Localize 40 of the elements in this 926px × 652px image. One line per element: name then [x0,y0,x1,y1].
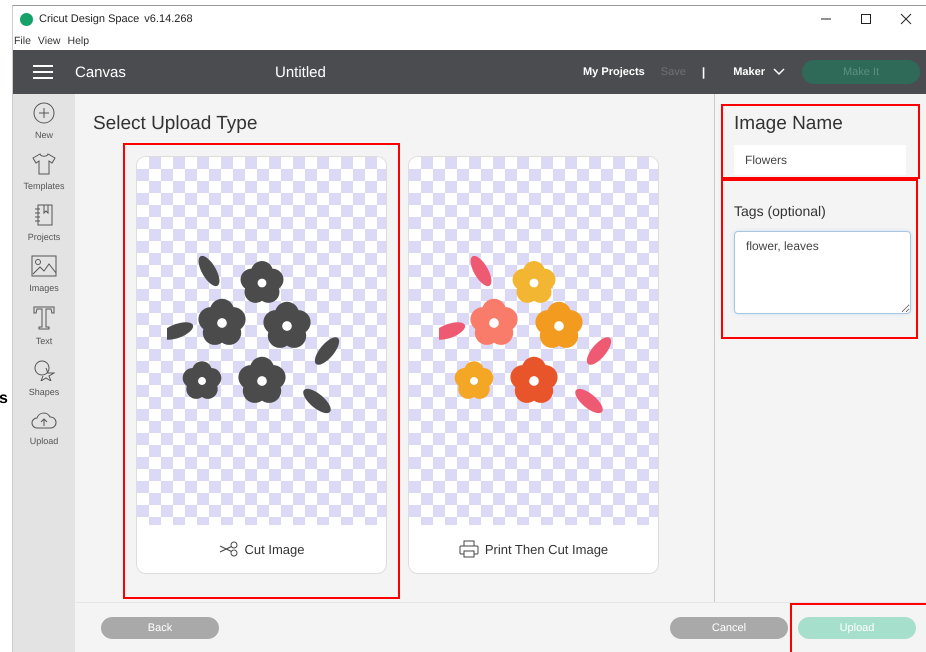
field-label: Tags (optional) [734,203,827,219]
sidebar-item[interactable]: Shapes [28,359,60,397]
card-label: Cut Image [244,542,304,556]
upload-type-card[interactable]: Cut Image [136,156,387,574]
scissors-icon [218,541,238,557]
printer-icon [458,540,479,558]
shapes-icon [33,359,55,381]
cloud-upload-icon [31,410,57,430]
sidebar-item[interactable]: Templates [23,153,65,191]
section-title: Canvas [75,64,127,80]
notebook-icon [34,204,54,226]
image-icon [30,255,57,277]
card-label: Print Then Cut Image [484,542,608,556]
sidebar-item[interactable]: Images [29,255,59,293]
window-title: Cricut Design Space [39,13,140,25]
machine-select[interactable]: Maker [733,66,785,78]
sidebar-item[interactable]: Text [33,306,55,346]
version-text: v6.14.268 [144,13,193,25]
shirt-icon [32,153,56,175]
upload-type-card[interactable]: Print Then Cut Image [408,156,659,574]
app-logo-icon [20,12,33,26]
close-icon[interactable] [900,13,912,25]
tags-field[interactable]: flower, leaves [734,231,911,314]
image-name-field[interactable]: Flowers [734,145,906,175]
menu-icon[interactable] [33,65,53,79]
page-heading: Select Upload Type [93,113,258,135]
project-title: Untitled [275,64,326,80]
menu-item[interactable]: View [38,35,60,47]
chevron-icon [773,68,785,76]
menu-item[interactable]: Help [68,35,90,47]
separator-text: | [702,65,706,79]
plus-icon [33,102,55,124]
field-label: Image Name [734,113,844,135]
maximize-icon[interactable] [860,13,872,25]
sidebar-item[interactable]: New [33,102,55,140]
sidebar-item[interactable]: Projects [28,204,60,242]
header-link[interactable]: My Projects [583,66,645,78]
sidebar-item[interactable]: Upload [30,410,58,446]
text-icon [33,306,55,330]
menu-item[interactable]: File [14,35,31,47]
